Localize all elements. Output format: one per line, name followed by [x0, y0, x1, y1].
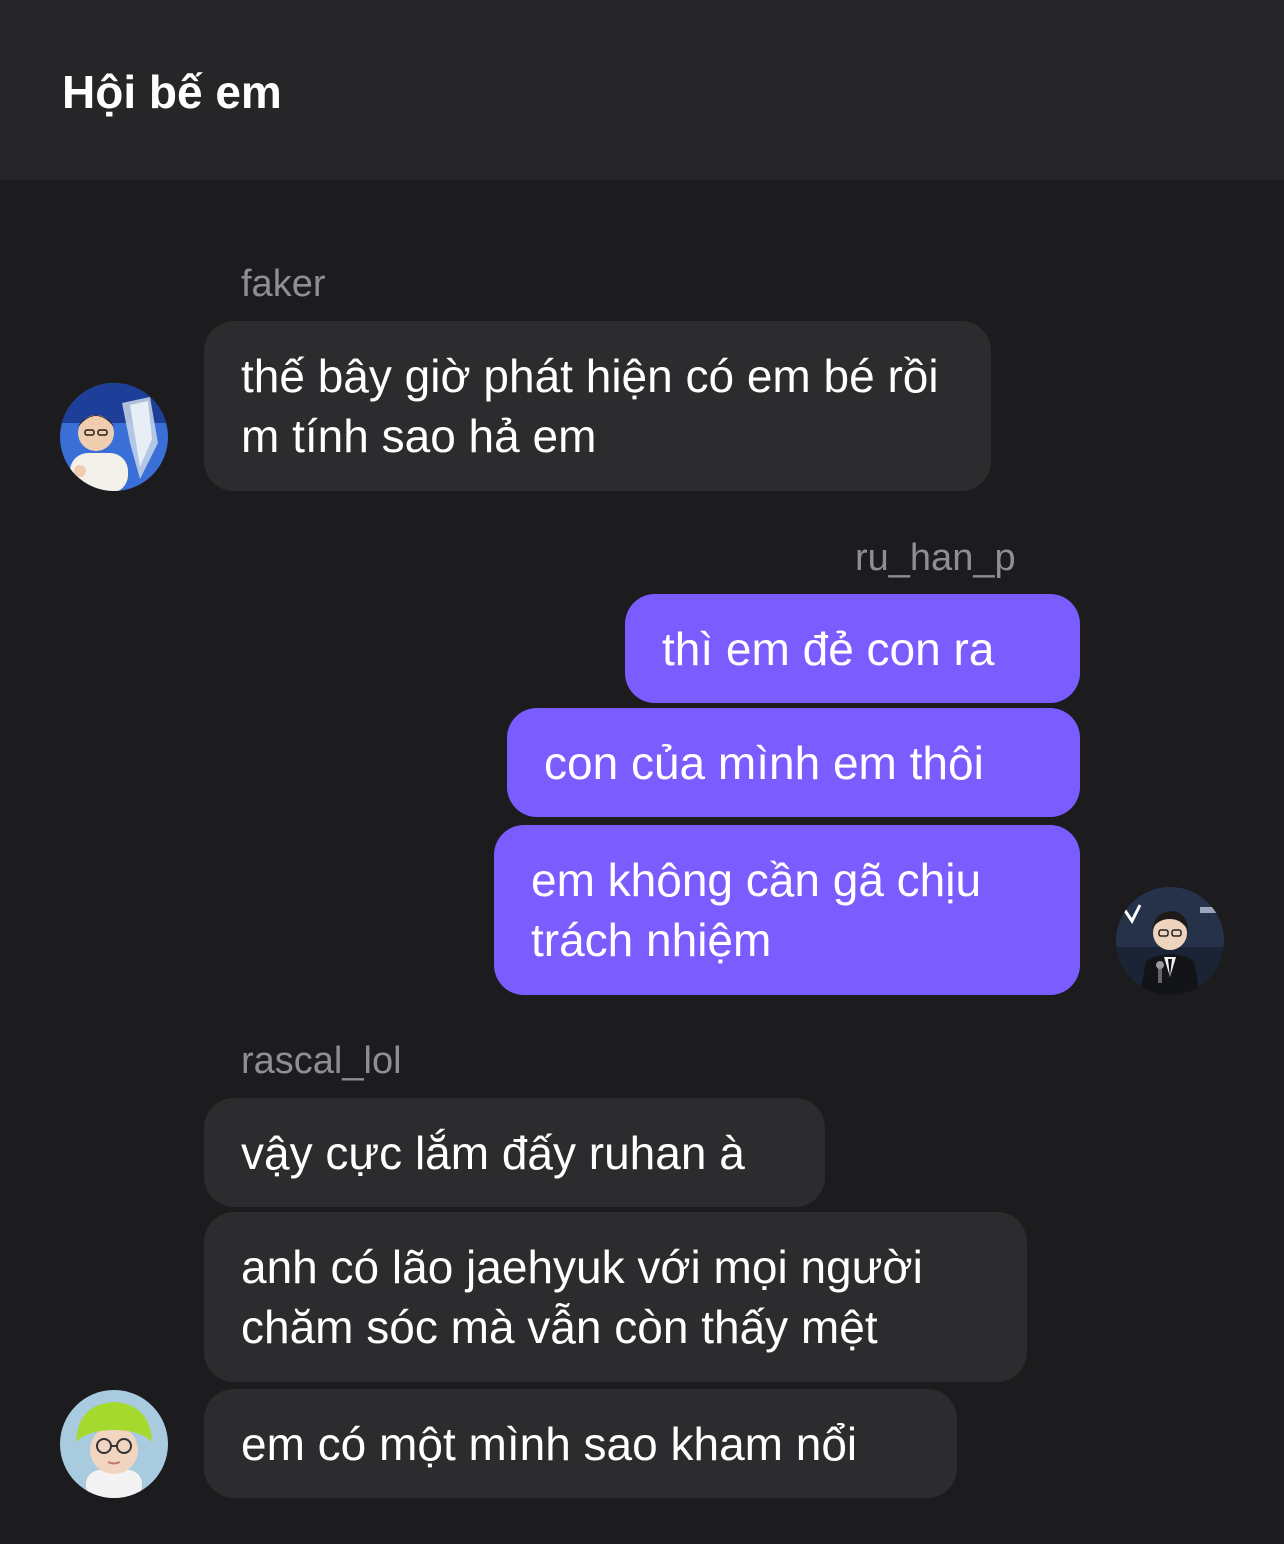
sender-name-faker: faker [241, 263, 326, 305]
avatar-rascal-lol[interactable] [60, 1390, 168, 1498]
chat-title[interactable]: Hội bế em [62, 62, 282, 122]
message-text: thế bây giờ phát hiện có em bé rồi m tín… [241, 350, 939, 462]
message-bubble[interactable]: con của mình em thôi [507, 708, 1080, 817]
message-bubble[interactable]: em có một mình sao kham nổi [204, 1389, 957, 1498]
message-text: thì em đẻ con ra [662, 622, 995, 675]
sender-name-ru-han-p: ru_han_p [855, 537, 1016, 579]
message-bubble[interactable]: em không cần gã chịu trách nhiệm [494, 825, 1080, 995]
message-bubble[interactable]: thế bây giờ phát hiện có em bé rồi m tín… [204, 321, 991, 491]
message-bubble[interactable]: thì em đẻ con ra [625, 594, 1080, 703]
message-text: anh có lão jaehyuk với mọi người chăm só… [241, 1241, 923, 1353]
sender-name-rascal-lol: rascal_lol [241, 1040, 402, 1082]
message-bubble[interactable]: vậy cực lắm đấy ruhan à [204, 1098, 825, 1207]
avatar-faker[interactable] [60, 383, 168, 491]
message-text: em có một mình sao kham nổi [241, 1417, 858, 1470]
message-text: con của mình em thôi [544, 736, 984, 789]
message-text: vậy cực lắm đấy ruhan à [241, 1126, 745, 1179]
chat-header: Hội bế em [0, 0, 1284, 180]
message-text: em không cần gã chịu trách nhiệm [531, 854, 982, 966]
message-bubble[interactable]: anh có lão jaehyuk với mọi người chăm só… [204, 1212, 1027, 1382]
avatar-ru-han-p[interactable] [1116, 887, 1224, 995]
